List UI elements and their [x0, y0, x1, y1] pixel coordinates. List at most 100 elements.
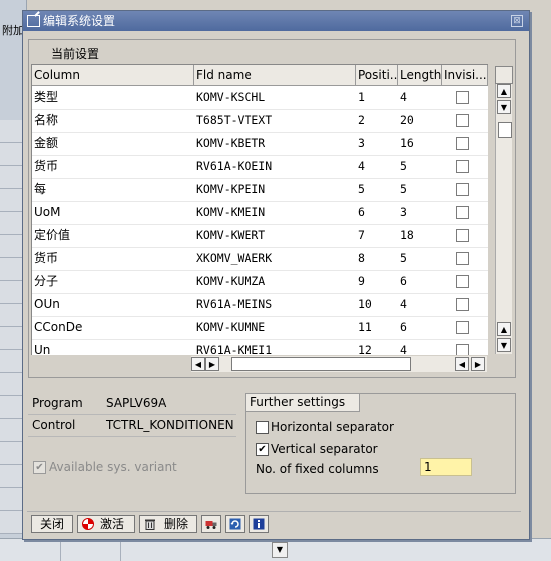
column-header-field-name[interactable]: Fld name: [194, 65, 356, 85]
column-header-length[interactable]: Length: [398, 65, 442, 85]
scroll-thumb[interactable]: [498, 122, 512, 138]
invisible-checkbox[interactable]: [456, 91, 469, 104]
table-row[interactable]: 货币 XKOMV_WAERK 8 5: [32, 247, 488, 271]
fixed-columns-input[interactable]: 1: [420, 458, 472, 476]
cell-column[interactable]: 定价值: [32, 224, 194, 247]
cell-column[interactable]: OUn: [32, 293, 194, 316]
cell-field-name[interactable]: T685T-VTEXT: [194, 109, 356, 132]
table-row[interactable]: OUn RV61A-MEINS 10 4: [32, 293, 488, 317]
cell-field-name[interactable]: RV61A-KMEI1: [194, 339, 356, 355]
cell-column[interactable]: 货币: [32, 155, 194, 178]
invisible-checkbox[interactable]: [456, 344, 469, 355]
cell-length[interactable]: 16: [398, 132, 442, 155]
scroll-page-up-icon[interactable]: ▲: [497, 322, 511, 336]
table-settings-icon[interactable]: [495, 66, 513, 84]
invisible-checkbox[interactable]: [456, 160, 469, 173]
cell-position[interactable]: 4: [356, 155, 398, 178]
cell-column[interactable]: 金额: [32, 132, 194, 155]
column-header-column[interactable]: Column: [32, 65, 194, 85]
cell-field-name[interactable]: RV61A-MEINS: [194, 293, 356, 316]
cell-length[interactable]: 6: [398, 316, 442, 339]
cell-length[interactable]: 5: [398, 178, 442, 201]
cell-column[interactable]: Un: [32, 339, 194, 355]
cell-field-name[interactable]: KOMV-KBETR: [194, 132, 356, 155]
invisible-checkbox[interactable]: [456, 275, 469, 288]
cell-length[interactable]: 18: [398, 224, 442, 247]
dialog-titlebar[interactable]: 编辑系统设置 ⊠: [23, 11, 529, 31]
cell-field-name[interactable]: KOMV-KWERT: [194, 224, 356, 247]
cell-position[interactable]: 6: [356, 201, 398, 224]
cell-length[interactable]: 20: [398, 109, 442, 132]
close-icon[interactable]: ⊠: [511, 15, 523, 27]
cell-field-name[interactable]: XKOMV_WAERK: [194, 247, 356, 270]
cell-field-name[interactable]: KOMV-KPEIN: [194, 178, 356, 201]
table-row[interactable]: 类型 KOMV-KSCHL 1 4: [32, 86, 488, 110]
table-row[interactable]: 定价值 KOMV-KWERT 7 18: [32, 224, 488, 248]
column-header-position[interactable]: Positi...: [356, 65, 398, 85]
close-button[interactable]: 关闭: [31, 515, 73, 533]
scroll-far-left-icon[interactable]: ◀: [455, 357, 469, 371]
cell-field-name[interactable]: KOMV-KUMZA: [194, 270, 356, 293]
cell-position[interactable]: 1: [356, 86, 398, 109]
cell-field-name[interactable]: KOMV-KUMNE: [194, 316, 356, 339]
scroll-down-icon[interactable]: ▼: [497, 100, 511, 114]
scroll-far-right-icon[interactable]: ▶: [471, 357, 485, 371]
cell-column[interactable]: 货币: [32, 247, 194, 270]
invisible-checkbox[interactable]: [456, 321, 469, 334]
cell-length[interactable]: 3: [398, 201, 442, 224]
cell-position[interactable]: 7: [356, 224, 398, 247]
cell-position[interactable]: 11: [356, 316, 398, 339]
scroll-right-icon[interactable]: ▶: [205, 357, 219, 371]
cell-length[interactable]: 5: [398, 155, 442, 178]
invisible-checkbox[interactable]: [456, 252, 469, 265]
cell-column[interactable]: UoM: [32, 201, 194, 224]
cell-position[interactable]: 9: [356, 270, 398, 293]
invisible-checkbox[interactable]: [456, 206, 469, 219]
cell-length[interactable]: 4: [398, 293, 442, 316]
refresh-button[interactable]: [225, 515, 245, 533]
transport-button[interactable]: [201, 515, 221, 533]
vertical-separator-checkbox[interactable]: ✔: [256, 443, 269, 456]
horizontal-separator-checkbox[interactable]: [256, 421, 269, 434]
cell-column[interactable]: 类型: [32, 86, 194, 109]
cell-column[interactable]: 每: [32, 178, 194, 201]
invisible-checkbox[interactable]: [456, 183, 469, 196]
activate-button[interactable]: 激活: [77, 515, 135, 533]
table-row[interactable]: Un RV61A-KMEI1 12 4: [32, 339, 488, 355]
cell-length[interactable]: 6: [398, 270, 442, 293]
cell-length[interactable]: 4: [398, 339, 442, 355]
invisible-checkbox[interactable]: [456, 229, 469, 242]
scroll-page-down-icon[interactable]: ▼: [497, 338, 511, 352]
scroll-up-icon[interactable]: ▲: [497, 84, 511, 98]
vertical-scrollbar[interactable]: ▲ ▼ ▲ ▼: [495, 84, 512, 354]
column-header-invisible[interactable]: Invisi...: [442, 65, 488, 85]
table-row[interactable]: 货币 RV61A-KOEIN 4 5: [32, 155, 488, 179]
cell-field-name[interactable]: KOMV-KMEIN: [194, 201, 356, 224]
cell-position[interactable]: 8: [356, 247, 398, 270]
invisible-checkbox[interactable]: [456, 298, 469, 311]
scroll-left-icon[interactable]: ◀: [191, 357, 205, 371]
background-scroll-down-icon[interactable]: ▼: [272, 542, 288, 558]
table-row[interactable]: UoM KOMV-KMEIN 6 3: [32, 201, 488, 225]
horizontal-scrollbar[interactable]: ◀ ▶ ◀ ▶: [191, 356, 487, 372]
cell-position[interactable]: 3: [356, 132, 398, 155]
invisible-checkbox[interactable]: [456, 137, 469, 150]
horizontal-scroll-thumb[interactable]: [231, 357, 411, 371]
cell-length[interactable]: 5: [398, 247, 442, 270]
cell-column[interactable]: 名称: [32, 109, 194, 132]
table-row[interactable]: CConDe KOMV-KUMNE 11 6: [32, 316, 488, 340]
cell-column[interactable]: CConDe: [32, 316, 194, 339]
table-row[interactable]: 名称 T685T-VTEXT 2 20: [32, 109, 488, 133]
cell-field-name[interactable]: KOMV-KSCHL: [194, 86, 356, 109]
table-row[interactable]: 金额 KOMV-KBETR 3 16: [32, 132, 488, 156]
invisible-checkbox[interactable]: [456, 114, 469, 127]
table-row[interactable]: 分子 KOMV-KUMZA 9 6: [32, 270, 488, 294]
cell-position[interactable]: 5: [356, 178, 398, 201]
delete-button[interactable]: 删除: [139, 515, 197, 533]
info-button[interactable]: [249, 515, 269, 533]
cell-position[interactable]: 10: [356, 293, 398, 316]
cell-column[interactable]: 分子: [32, 270, 194, 293]
cell-length[interactable]: 4: [398, 86, 442, 109]
table-row[interactable]: 每 KOMV-KPEIN 5 5: [32, 178, 488, 202]
cell-field-name[interactable]: RV61A-KOEIN: [194, 155, 356, 178]
